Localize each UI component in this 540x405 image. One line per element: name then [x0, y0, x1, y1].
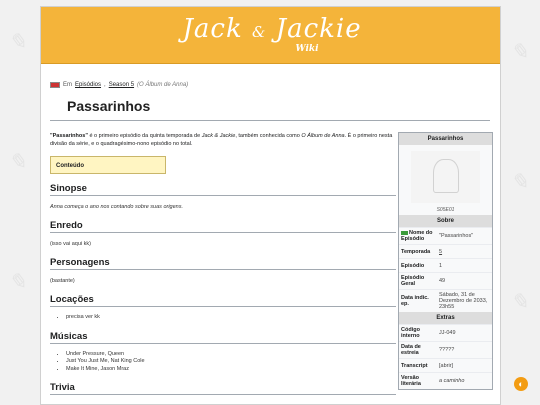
- background-pattern-icon: ✎: [8, 150, 27, 175]
- logo-text: Jack & Jackie: [182, 14, 362, 44]
- title-divider: [50, 120, 490, 121]
- episode-image[interactable]: [411, 151, 480, 203]
- background-pattern-icon: ✎: [8, 270, 27, 295]
- section-heading-enredo: Enredo: [50, 220, 396, 233]
- list-item: Just You Just Me, Nat King Cole: [66, 358, 396, 366]
- breadcrumb: Em Episódios, Season 5 (O Álbum de Anna): [50, 82, 188, 88]
- section-text-sinopse: Anna começa o ano nos contando sobre sua…: [50, 204, 184, 210]
- infobox-row: Temporada 5: [399, 244, 492, 258]
- flag-icon: [401, 230, 408, 235]
- background-pattern-icon: ✎: [8, 30, 27, 55]
- table-of-contents[interactable]: Conteúdo: [50, 156, 166, 174]
- section-heading-locacoes: Locações: [50, 294, 396, 307]
- section-text-personagens: (bastante): [50, 278, 75, 284]
- breadcrumb-link-episodios[interactable]: Episódios: [75, 82, 101, 88]
- infobox-caption: S05E01: [436, 207, 455, 213]
- site-header: Jack & Jackie Wiki: [41, 7, 500, 64]
- season-link[interactable]: 5: [439, 249, 442, 255]
- infobox-section-about: Sobre: [399, 215, 492, 227]
- section-text-enredo: (isso vai aqui kk): [50, 241, 91, 247]
- episode-infobox: Passarinhos S05E01 Sobre Nome do Episódi…: [398, 132, 493, 390]
- list-item: Make It Mine, Jason Mraz: [66, 366, 396, 374]
- infobox-row: Nome do Episódio "Passarinhos": [399, 227, 492, 244]
- section-heading-personagens: Personagens: [50, 257, 396, 270]
- background-pattern-icon: ✎: [510, 170, 529, 195]
- music-list: Under Pressure, Queen Just You Just Me, …: [50, 351, 396, 374]
- section-heading-trivia: Trivia: [50, 382, 396, 395]
- wiki-page: Jack & Jackie Wiki Em Episódios, Season …: [40, 6, 501, 405]
- infobox-title: Passarinhos: [399, 133, 492, 145]
- site-logo[interactable]: Jack & Jackie Wiki: [171, 10, 371, 60]
- infobox-row: Data de estreia ?????: [399, 341, 492, 358]
- article-content: "Passarinhos" é o primeiro episódio da q…: [50, 132, 396, 402]
- background-pattern-icon: ✎: [510, 290, 529, 315]
- half-circle-icon: ◐: [518, 379, 524, 389]
- infobox-section-extras: Extras: [399, 312, 492, 324]
- breadcrumb-link-season[interactable]: Season 5: [109, 82, 134, 88]
- section-heading-musicas: Músicas: [50, 331, 396, 344]
- page-title: Passarinhos: [67, 98, 151, 114]
- infobox-row: Transcript [abrir]: [399, 358, 492, 372]
- background-pattern-icon: ✎: [510, 40, 529, 65]
- infobox-row: Episódio 1: [399, 258, 492, 272]
- infobox-row: Código interno JJ-049: [399, 324, 492, 341]
- theme-toggle-button[interactable]: ◐: [514, 377, 528, 391]
- breadcrumb-note: (O Álbum de Anna): [137, 82, 189, 88]
- logo-subtitle: Wiki: [295, 44, 319, 54]
- locations-list: precisa ver kk: [50, 314, 396, 322]
- list-item: precisa ver kk: [66, 314, 396, 322]
- flag-icon: [50, 82, 60, 88]
- infobox-row: Episódio Geral 49: [399, 272, 492, 289]
- transcript-link[interactable]: [abrir]: [436, 363, 490, 369]
- section-heading-sinopse: Sinopse: [50, 183, 396, 196]
- infobox-row: Data indic. ep. Sábado, 31 de Dezembro d…: [399, 289, 492, 312]
- infobox-row: Versão literária a caminho: [399, 372, 492, 389]
- list-item: Under Pressure, Queen: [66, 351, 396, 359]
- intro-paragraph: "Passarinhos" é o primeiro episódio da q…: [50, 133, 393, 147]
